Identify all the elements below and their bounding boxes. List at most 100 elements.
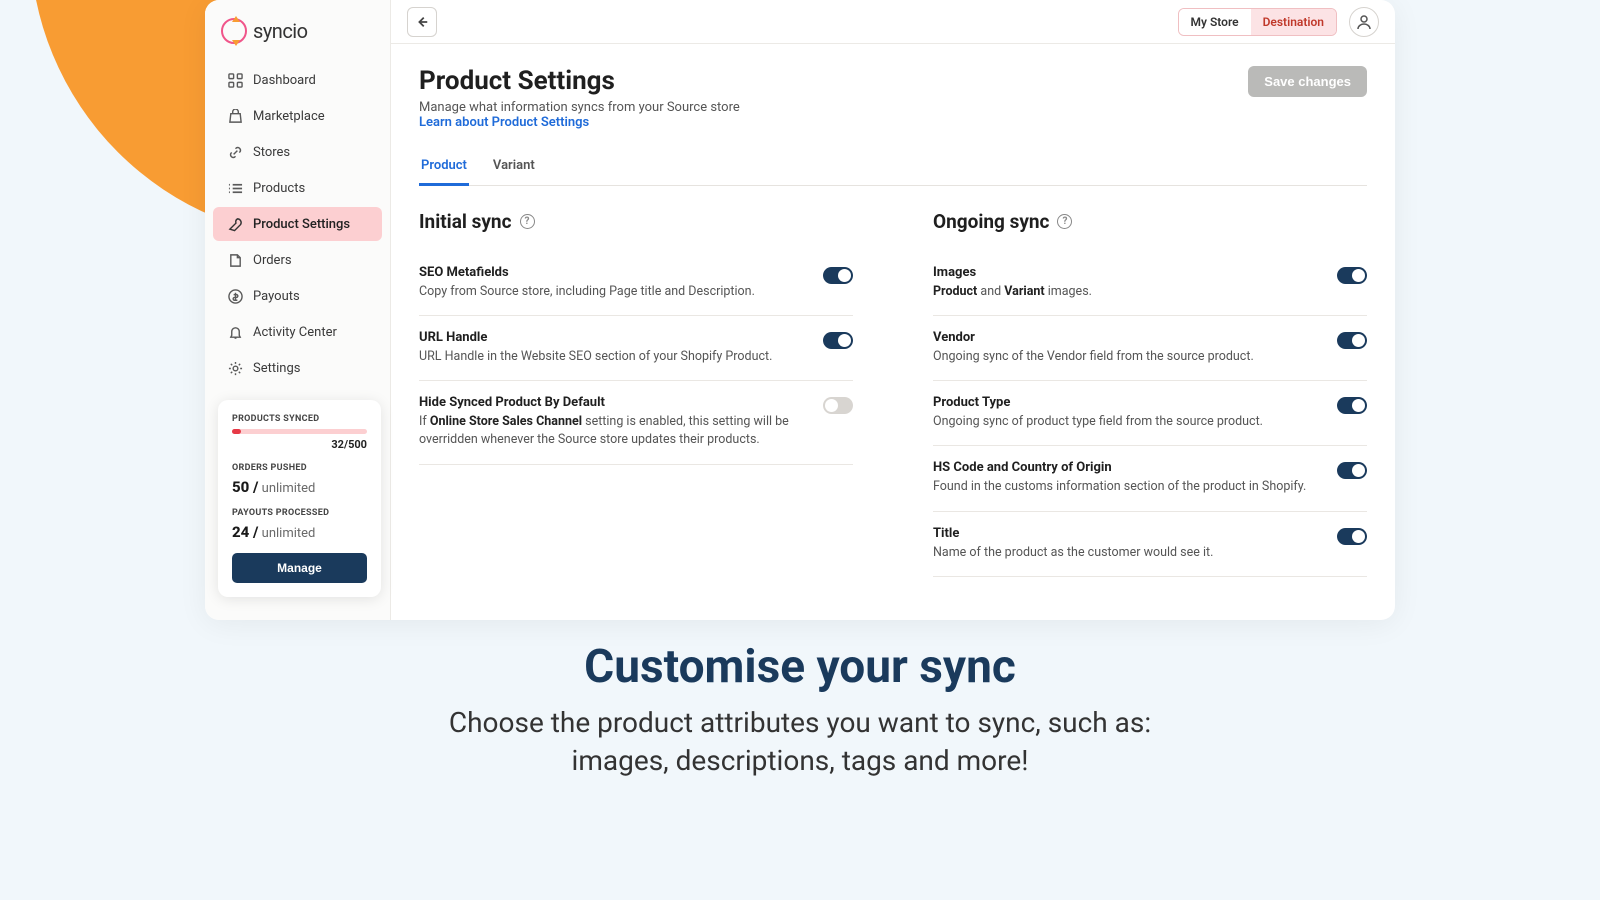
brand-name: syncio: [253, 19, 308, 43]
sidebar-item-label: Marketplace: [253, 109, 325, 124]
toggle-hide-synced[interactable]: [823, 397, 853, 414]
setting-title: Hide Synced Product By Default: [419, 395, 803, 410]
setting-title: SEO Metafields: [419, 265, 803, 280]
setting-desc: Found in the customs information section…: [933, 478, 1317, 496]
setting-hide-synced: Hide Synced Product By Default If Online…: [419, 381, 853, 464]
page-content: Product Settings Manage what information…: [391, 44, 1395, 620]
hero-title: Customise your sync: [0, 640, 1600, 694]
page-title: Product Settings: [419, 66, 740, 96]
section-heading: Ongoing sync: [933, 210, 1049, 233]
sidebar-item-stores[interactable]: Stores: [213, 135, 382, 169]
page-subtitle: Manage what information syncs from your …: [419, 100, 740, 115]
sidebar-item-settings[interactable]: Settings: [213, 351, 382, 385]
setting-url-handle: URL Handle URL Handle in the Website SEO…: [419, 316, 853, 381]
sidebar-item-label: Activity Center: [253, 325, 337, 340]
file-icon: [227, 252, 243, 268]
setting-title: HS Code and Country of Origin: [933, 460, 1317, 475]
tab-variant[interactable]: Variant: [491, 148, 537, 186]
progress-fill: [232, 429, 241, 434]
cog-icon: [227, 360, 243, 376]
setting-seo-metafields: SEO Metafields Copy from Source store, i…: [419, 251, 853, 316]
sidebar-item-label: Dashboard: [253, 73, 316, 88]
sidebar-item-product-settings[interactable]: Product Settings: [213, 207, 382, 241]
brand-logo: syncio: [205, 6, 390, 62]
products-progress-bar: [232, 429, 367, 434]
toggle-hs-code[interactable]: [1337, 462, 1367, 479]
setting-desc: Ongoing sync of the Vendor field from th…: [933, 348, 1317, 366]
sidebar-item-activity-center[interactable]: Activity Center: [213, 315, 382, 349]
sidebar-item-products[interactable]: Products: [213, 171, 382, 205]
orders-pushed-label: ORDERS PUSHED: [232, 463, 367, 473]
help-icon[interactable]: ?: [520, 214, 535, 229]
toggle-images[interactable]: [1337, 267, 1367, 284]
syncio-logo-icon: [221, 18, 247, 44]
learn-link[interactable]: Learn about Product Settings: [419, 115, 740, 130]
sidebar-nav: Dashboard Marketplace Stores Products Pr…: [205, 62, 390, 386]
help-icon[interactable]: ?: [1057, 214, 1072, 229]
setting-title: Vendor: [933, 330, 1317, 345]
toggle-seo-metafields[interactable]: [823, 267, 853, 284]
hero: Customise your sync Choose the product a…: [0, 640, 1600, 780]
list-icon: [227, 180, 243, 196]
user-avatar[interactable]: [1349, 7, 1379, 37]
dollar-icon: [227, 288, 243, 304]
manage-button[interactable]: Manage: [232, 553, 367, 583]
orders-value: 50 / unlimited: [232, 478, 367, 496]
link-icon: [227, 144, 243, 160]
sidebar-item-marketplace[interactable]: Marketplace: [213, 99, 382, 133]
user-icon: [1356, 14, 1372, 30]
setting-desc: URL Handle in the Website SEO section of…: [419, 348, 803, 366]
my-store-tab[interactable]: My Store: [1179, 9, 1251, 35]
products-synced-label: PRODUCTS SYNCED: [232, 414, 367, 424]
tab-product[interactable]: Product: [419, 148, 469, 186]
app-window: syncio Dashboard Marketplace Stores Prod…: [205, 0, 1395, 620]
toggle-title[interactable]: [1337, 528, 1367, 545]
toggle-vendor[interactable]: [1337, 332, 1367, 349]
save-changes-button[interactable]: Save changes: [1248, 66, 1367, 97]
sidebar-item-orders[interactable]: Orders: [213, 243, 382, 277]
setting-desc: If Online Store Sales Channel setting is…: [419, 413, 803, 449]
destination-tab[interactable]: Destination: [1251, 9, 1336, 35]
ongoing-sync-section: Ongoing sync ? Images Product and Varian…: [933, 210, 1367, 577]
setting-desc: Copy from Source store, including Page t…: [419, 283, 803, 301]
main-area: My Store Destination Product Settings Ma…: [391, 0, 1395, 620]
bell-icon: [227, 324, 243, 340]
sidebar-item-label: Product Settings: [253, 217, 350, 232]
sidebar-item-label: Orders: [253, 253, 292, 268]
sidebar-item-label: Payouts: [253, 289, 300, 304]
products-count: 32/500: [232, 438, 367, 451]
setting-title: Images: [933, 265, 1317, 280]
stats-card: PRODUCTS SYNCED 32/500 ORDERS PUSHED 50 …: [218, 400, 381, 597]
wrench-icon: [227, 216, 243, 232]
setting-title: URL Handle: [419, 330, 803, 345]
store-switch: My Store Destination: [1178, 8, 1338, 36]
sidebar-item-label: Products: [253, 181, 305, 196]
section-heading: Initial sync: [419, 210, 512, 233]
grid-icon: [227, 72, 243, 88]
setting-vendor: Vendor Ongoing sync of the Vendor field …: [933, 316, 1367, 381]
setting-desc: Ongoing sync of product type field from …: [933, 413, 1317, 431]
arrow-left-icon: [415, 15, 429, 29]
setting-desc: Product and Variant images.: [933, 283, 1317, 301]
setting-title: Product Type: [933, 395, 1317, 410]
setting-product-type: Product Type Ongoing sync of product typ…: [933, 381, 1367, 446]
topbar: My Store Destination: [391, 0, 1395, 44]
hero-subtitle: Choose the product attributes you want t…: [0, 704, 1600, 780]
sidebar-item-label: Stores: [253, 145, 290, 160]
initial-sync-section: Initial sync ? SEO Metafields Copy from …: [419, 210, 853, 577]
tabs: Product Variant: [419, 148, 1367, 186]
setting-desc: Name of the product as the customer woul…: [933, 544, 1317, 562]
sidebar-item-payouts[interactable]: Payouts: [213, 279, 382, 313]
bag-icon: [227, 108, 243, 124]
setting-hs-code: HS Code and Country of Origin Found in t…: [933, 446, 1367, 511]
setting-title-sync: Title Name of the product as the custome…: [933, 512, 1367, 577]
payouts-processed-label: PAYOUTS PROCESSED: [232, 508, 367, 518]
back-button[interactable]: [407, 7, 437, 37]
sidebar-item-label: Settings: [253, 361, 300, 376]
payouts-value: 24 / unlimited: [232, 523, 367, 541]
sidebar-item-dashboard[interactable]: Dashboard: [213, 63, 382, 97]
toggle-url-handle[interactable]: [823, 332, 853, 349]
setting-title: Title: [933, 526, 1317, 541]
toggle-product-type[interactable]: [1337, 397, 1367, 414]
setting-images: Images Product and Variant images.: [933, 251, 1367, 316]
